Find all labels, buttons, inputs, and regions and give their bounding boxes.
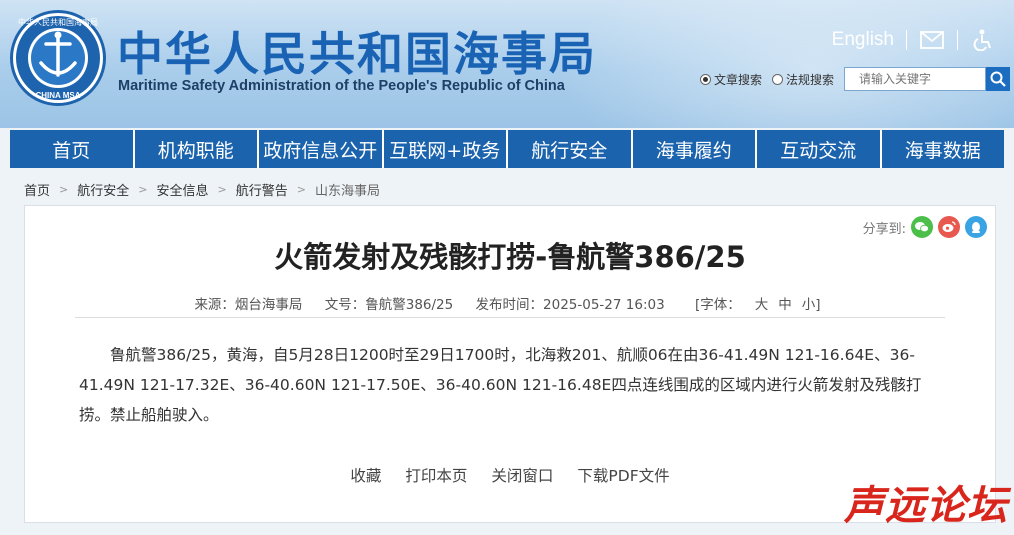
- print-button[interactable]: 打印本页: [405, 464, 467, 486]
- breadcrumb-shandong-msa[interactable]: 山东海事局: [315, 180, 380, 199]
- divider: [906, 30, 907, 50]
- font-size-control: [字体： 大中小]: [686, 297, 826, 313]
- breadcrumb-nav-warnings[interactable]: 航行警告: [236, 180, 288, 199]
- font-large-button[interactable]: 大: [755, 297, 769, 313]
- font-small-button[interactable]: 小]: [802, 297, 821, 313]
- nav-item-data[interactable]: 海事数据: [882, 130, 1005, 168]
- english-link[interactable]: English: [832, 29, 894, 51]
- nav-item-navigation-safety[interactable]: 航行安全: [508, 130, 633, 168]
- article-doc-number: 文号：鲁航警386/25: [324, 297, 454, 313]
- font-size-label: [字体：: [694, 297, 741, 313]
- logo-top-text: 中华人民共和国海事局: [18, 17, 98, 27]
- main-nav: 首页 机构职能 政府信息公开 互联网+政务 航行安全 海事履约 互动交流 海事数…: [10, 130, 1004, 168]
- radio-article-search[interactable]: 文章搜索: [699, 71, 762, 88]
- nav-item-functions[interactable]: 机构职能: [135, 130, 259, 168]
- chevron-right-icon: >: [59, 183, 69, 196]
- chevron-right-icon: >: [296, 183, 306, 196]
- site-title-en: Maritime Safety Administration of the Pe…: [118, 78, 565, 94]
- mail-icon[interactable]: [919, 28, 945, 52]
- radio-dot[interactable]: [699, 73, 711, 85]
- radio-dot[interactable]: [771, 73, 783, 85]
- site-header: 中华人民共和国海事局 CHINA MSA 中华人民共和国海事局 Maritime…: [0, 0, 1014, 128]
- article-title: 火箭发射及残骸打捞-鲁航警386/25: [274, 240, 746, 274]
- close-window-button[interactable]: 关闭窗口: [491, 464, 553, 486]
- font-medium-button[interactable]: 中: [778, 297, 792, 313]
- bookmark-button[interactable]: 收藏: [350, 464, 381, 486]
- article-source: 来源：烟台海事局: [194, 297, 303, 313]
- search-icon: [990, 71, 1006, 87]
- logo-bottom-text: CHINA MSA: [35, 91, 80, 100]
- nav-item-compliance[interactable]: 海事履约: [633, 130, 757, 168]
- breadcrumb-safety-info[interactable]: 安全信息: [156, 180, 208, 199]
- nav-item-home[interactable]: 首页: [10, 130, 135, 168]
- chevron-right-icon: >: [217, 183, 227, 196]
- search-input[interactable]: [844, 67, 986, 91]
- divider: [75, 317, 945, 318]
- nav-item-interaction[interactable]: 互动交流: [757, 130, 882, 168]
- breadcrumb: 首页 > 航行安全 > 安全信息 > 航行警告 > 山东海事局: [24, 180, 380, 199]
- divider: [957, 30, 958, 50]
- nav-item-internet-services[interactable]: 互联网+政务: [384, 130, 508, 168]
- accessibility-icon[interactable]: [970, 28, 996, 52]
- radio-article-label: 文章搜索: [713, 72, 762, 87]
- nav-item-gov-info[interactable]: 政府信息公开: [259, 130, 384, 168]
- msa-logo[interactable]: 中华人民共和国海事局 CHINA MSA: [10, 10, 106, 106]
- breadcrumb-home[interactable]: 首页: [24, 180, 50, 199]
- site-title-cn[interactable]: 中华人民共和国海事局: [117, 18, 597, 84]
- article-body: 鲁航警386/25，黄海，自5月28日1200时至29日1700时，北海救201…: [79, 346, 922, 424]
- article-meta: 来源：烟台海事局 文号：鲁航警386/25 发布时间：2025-05-27 16…: [25, 293, 995, 313]
- search-button[interactable]: [986, 67, 1010, 91]
- radio-regulation-label: 法规搜索: [785, 72, 834, 87]
- radio-regulation-search[interactable]: 法规搜索: [771, 71, 834, 88]
- watermark: 声远论坛: [844, 483, 1008, 529]
- article-publish-time: 发布时间：2025-05-27 16:03: [475, 297, 665, 313]
- breadcrumb-navigation-safety[interactable]: 航行安全: [77, 180, 129, 199]
- chevron-right-icon: >: [138, 183, 148, 196]
- download-pdf-button[interactable]: 下载PDF文件: [577, 464, 669, 486]
